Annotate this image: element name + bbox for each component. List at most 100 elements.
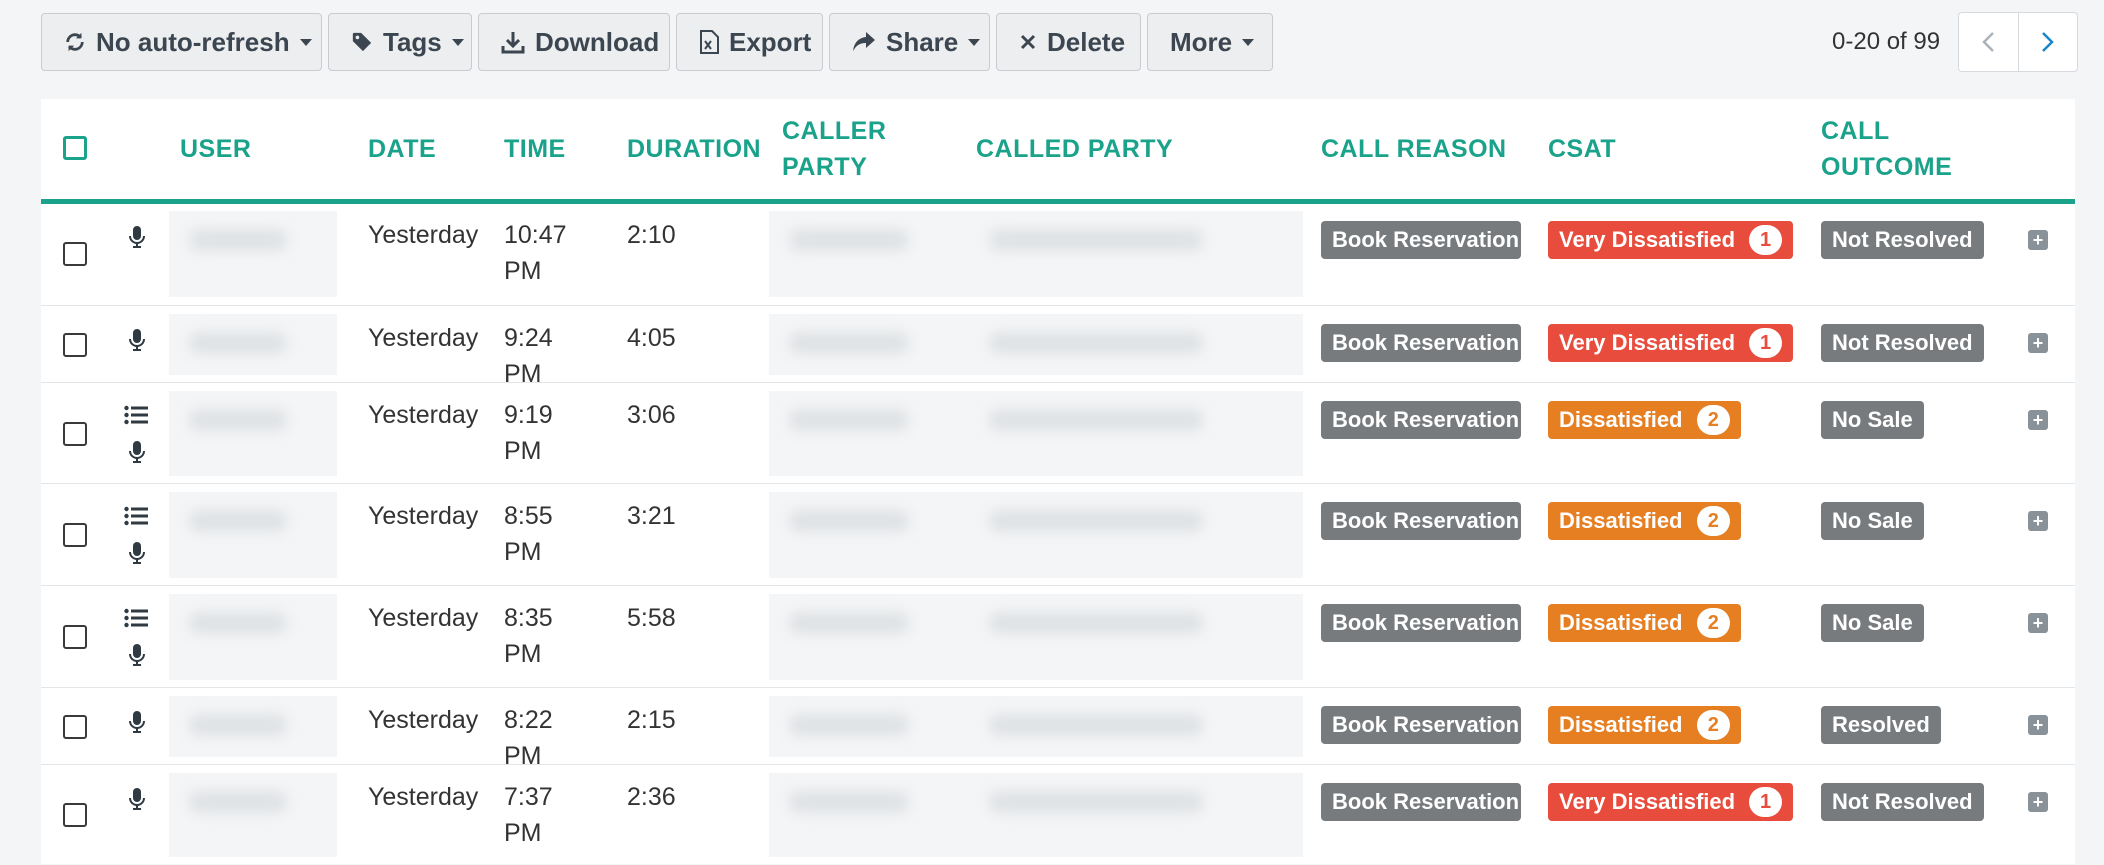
- caller-party-redacted: [769, 773, 969, 857]
- row-checkbox[interactable]: [63, 625, 87, 649]
- tags-dropdown[interactable]: Tags: [328, 13, 472, 71]
- list-icon[interactable]: [124, 608, 148, 628]
- delete-button[interactable]: Delete: [996, 13, 1141, 71]
- csat-badge: Dissatisfied 2: [1548, 706, 1741, 744]
- column-header-time[interactable]: TIME: [504, 131, 566, 167]
- chevron-down-icon: [299, 38, 312, 46]
- caller-party-redacted: [769, 211, 969, 297]
- user-redacted: [169, 696, 337, 757]
- pagination: [1958, 12, 2078, 72]
- call-outcome-badge: Not Resolved: [1821, 783, 1984, 821]
- column-header-called-party[interactable]: CALLED PARTY: [976, 131, 1173, 167]
- row-checkbox[interactable]: [63, 714, 87, 739]
- expand-row-button[interactable]: +: [2028, 715, 2048, 735]
- more-dropdown[interactable]: More: [1147, 13, 1273, 71]
- table-row[interactable]: Yesterday 8:22 PM 2:15 Book Reservation Diss…: [41, 687, 2075, 770]
- call-outcome-line-1: CALL: [1821, 117, 1890, 145]
- csat-badge: Dissatisfied 2: [1548, 502, 1741, 540]
- microphone-icon[interactable]: [129, 328, 145, 352]
- caller-party-line-2: PARTY: [782, 153, 868, 181]
- called-party-redacted: [969, 211, 1303, 297]
- expand-row-button[interactable]: +: [2028, 613, 2048, 633]
- tag-icon: [351, 31, 373, 53]
- duration-cell: 2:15: [627, 706, 676, 734]
- share-dropdown[interactable]: Share: [829, 13, 990, 71]
- caller-party-line-1: CALLER: [782, 117, 887, 145]
- call-reason-badge: Book Reservation: [1321, 706, 1521, 744]
- expand-row-button[interactable]: +: [2028, 410, 2048, 430]
- user-redacted: [169, 211, 337, 297]
- csat-score: 2: [1696, 506, 1730, 536]
- csat-badge: Dissatisfied 2: [1548, 604, 1741, 642]
- called-party-redacted: [969, 773, 1303, 857]
- expand-row-button[interactable]: +: [2028, 230, 2048, 250]
- microphone-icon[interactable]: [129, 225, 145, 249]
- list-icon[interactable]: [124, 405, 148, 425]
- list-icon[interactable]: [124, 506, 148, 526]
- row-checkbox[interactable]: [63, 803, 87, 827]
- column-header-duration[interactable]: DURATION: [627, 131, 761, 167]
- table-row[interactable]: Yesterday 8:55 PM 3:21 Book Reservation Diss…: [41, 483, 2075, 586]
- call-reason-badge: Book Reservation: [1321, 401, 1521, 439]
- expand-row-button[interactable]: +: [2028, 333, 2048, 353]
- row-checkbox[interactable]: [63, 242, 87, 266]
- csat-score: 2: [1696, 710, 1730, 740]
- duration-cell: 4:05: [627, 324, 676, 352]
- call-reason-badge: Book Reservation: [1321, 604, 1521, 642]
- date-cell: Yesterday: [368, 783, 479, 811]
- chevron-left-icon: [1982, 32, 1995, 52]
- user-redacted: [169, 492, 337, 578]
- call-outcome-badge: No Sale: [1821, 401, 1924, 439]
- date-cell: Yesterday: [368, 401, 479, 429]
- select-all-checkbox[interactable]: [63, 136, 87, 160]
- auto-refresh-dropdown[interactable]: No auto-refresh: [41, 13, 322, 71]
- table-row[interactable]: Yesterday 9:19 PM 3:06 Book Reservation Diss…: [41, 382, 2075, 484]
- time-cell: 10:47 PM: [504, 221, 567, 285]
- table-header: USER DATE TIME DURATION CALLER PARTY CAL…: [41, 99, 2075, 204]
- chevron-down-icon: [451, 38, 464, 46]
- call-reason-badge: Book Reservation: [1321, 502, 1521, 540]
- call-reason-badge: Book Reservation: [1321, 783, 1521, 821]
- row-checkbox[interactable]: [63, 332, 87, 357]
- delete-label: Delete: [1047, 26, 1126, 57]
- time-cell: 8:35 PM: [504, 604, 553, 668]
- microphone-icon[interactable]: [129, 787, 145, 811]
- excel-file-icon: [699, 30, 719, 54]
- share-label: Share: [886, 26, 959, 57]
- csat-label: Dissatisfied: [1559, 712, 1683, 737]
- microphone-icon[interactable]: [129, 440, 145, 464]
- table-row[interactable]: Yesterday 8:35 PM 5:58 Book Reservation Diss…: [41, 585, 2075, 688]
- row-checkbox[interactable]: [63, 523, 87, 547]
- call-outcome-line-2: OUTCOME: [1821, 153, 1953, 181]
- row-checkbox[interactable]: [63, 421, 87, 446]
- column-header-date[interactable]: DATE: [368, 131, 436, 167]
- expand-row-button[interactable]: +: [2028, 792, 2048, 812]
- next-page-button[interactable]: [2017, 13, 2078, 71]
- expand-row-button[interactable]: +: [2028, 511, 2048, 531]
- table-row[interactable]: Yesterday 7:37 PM 2:36 Book Reservation Very…: [41, 764, 2075, 865]
- call-outcome-badge: No Sale: [1821, 604, 1924, 642]
- table-row[interactable]: Yesterday 10:47 PM 2:10 Book Reservation Ver…: [41, 203, 2075, 305]
- chevron-down-icon: [968, 38, 981, 46]
- user-redacted: [169, 391, 337, 476]
- called-party-redacted: [969, 391, 1303, 476]
- duration-cell: 5:58: [627, 604, 676, 632]
- caller-party-redacted: [769, 314, 969, 375]
- microphone-icon[interactable]: [129, 710, 145, 734]
- auto-refresh-label: No auto-refresh: [96, 26, 290, 57]
- call-outcome-badge: Resolved: [1821, 706, 1941, 744]
- table-row[interactable]: Yesterday 9:24 PM 4:05 Book Reservation Very…: [41, 305, 2075, 388]
- column-header-caller-party[interactable]: CALLER PARTY: [782, 113, 886, 185]
- export-label: Export: [729, 26, 812, 57]
- export-button[interactable]: Export: [676, 13, 823, 71]
- column-header-call-reason[interactable]: CALL REASON: [1321, 131, 1507, 167]
- microphone-icon[interactable]: [129, 541, 145, 565]
- column-header-csat[interactable]: CSAT: [1548, 131, 1616, 167]
- column-header-call-outcome[interactable]: CALL OUTCOME: [1821, 113, 1952, 185]
- caller-party-redacted: [769, 696, 969, 757]
- column-header-user[interactable]: USER: [180, 131, 251, 167]
- download-button[interactable]: Download: [478, 13, 670, 71]
- previous-page-button[interactable]: [1959, 13, 2018, 71]
- csat-score: 2: [1696, 608, 1730, 638]
- microphone-icon[interactable]: [129, 643, 145, 667]
